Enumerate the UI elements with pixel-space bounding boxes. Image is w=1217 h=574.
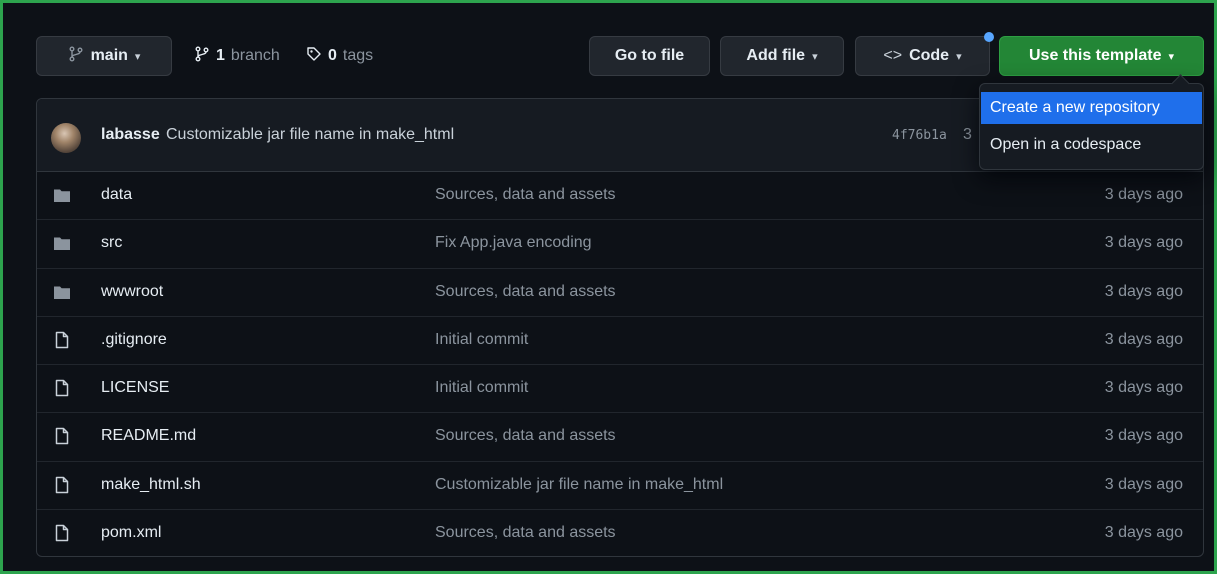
- file-name[interactable]: src: [101, 234, 122, 252]
- code-button[interactable]: <> Code ▾: [855, 36, 990, 76]
- folder-icon: [53, 234, 71, 252]
- file-icon: [53, 427, 71, 445]
- file-name[interactable]: wwwroot: [101, 283, 163, 301]
- table-row[interactable]: src Fix App.java encoding 3 days ago: [37, 220, 1203, 269]
- code-label: Code: [909, 47, 950, 64]
- file-commit-message[interactable]: Initial commit: [435, 331, 528, 349]
- file-name[interactable]: LICENSE: [101, 379, 169, 397]
- table-row[interactable]: wwwroot Sources, data and assets 3 days …: [37, 269, 1203, 317]
- avatar[interactable]: [51, 123, 81, 153]
- file-age: 3 days ago: [1104, 427, 1183, 445]
- tag-count: 0: [328, 47, 337, 64]
- git-branch-icon: [194, 46, 210, 67]
- tag-icon: [306, 46, 322, 67]
- use-template-button[interactable]: Use this template ▾: [999, 36, 1204, 76]
- file-age: 3 days ago: [1104, 475, 1183, 493]
- file-commit-message[interactable]: Sources, data and assets: [435, 427, 616, 445]
- folder-icon: [53, 186, 71, 204]
- branch-count: 1: [216, 47, 225, 64]
- add-file-label: Add file: [746, 47, 806, 64]
- commit-age: 3: [963, 126, 972, 143]
- table-row[interactable]: make_html.sh Customizable jar file name …: [37, 462, 1203, 510]
- chevron-down-icon: ▾: [812, 50, 818, 63]
- branch-name: main: [90, 47, 128, 64]
- file-commit-message[interactable]: Fix App.java encoding: [435, 234, 592, 252]
- file-name[interactable]: data: [101, 186, 132, 204]
- table-row[interactable]: LICENSE Initial commit 3 days ago: [37, 365, 1203, 414]
- file-icon: [53, 476, 71, 494]
- file-icon: [53, 524, 71, 542]
- file-name[interactable]: .gitignore: [101, 331, 167, 349]
- file-commit-message[interactable]: Sources, data and assets: [435, 524, 616, 542]
- folder-icon: [53, 283, 71, 301]
- branch-select-button[interactable]: main ▾: [36, 36, 172, 76]
- repo-toolbar: main ▾ 1 branch 0 tags Go to file Add fi…: [36, 32, 1204, 78]
- notification-dot: [984, 32, 994, 42]
- file-commit-message[interactable]: Sources, data and assets: [435, 283, 616, 301]
- code-icon: <>: [883, 47, 903, 64]
- tag-count-label: tags: [342, 47, 374, 64]
- file-age: 3 days ago: [1104, 186, 1183, 203]
- chevron-down-icon: ▾: [956, 50, 962, 63]
- file-commit-message[interactable]: Initial commit: [435, 379, 528, 397]
- commit-message[interactable]: Customizable jar file name in make_html: [166, 126, 454, 144]
- file-commit-message[interactable]: Sources, data and assets: [435, 186, 616, 204]
- menu-item-create-repository[interactable]: Create a new repository: [981, 92, 1202, 124]
- file-icon: [53, 331, 71, 349]
- branches-link[interactable]: 1 branch: [194, 36, 280, 76]
- file-rows: data Sources, data and assets 3 days ago…: [37, 172, 1203, 556]
- menu-item-open-codespace[interactable]: Open in a codespace: [981, 129, 1202, 161]
- use-template-label: Use this template: [1028, 47, 1162, 64]
- file-age: 3 days ago: [1104, 282, 1183, 300]
- file-age: 3 days ago: [1104, 330, 1183, 348]
- table-row[interactable]: data Sources, data and assets 3 days ago: [37, 172, 1203, 221]
- file-age: 3 days ago: [1104, 523, 1183, 541]
- file-age: 3 days ago: [1104, 234, 1183, 252]
- chevron-down-icon: ▾: [1168, 50, 1174, 63]
- file-age: 3 days ago: [1104, 379, 1183, 396]
- branch-count-label: branch: [230, 47, 280, 64]
- git-branch-icon: [68, 46, 84, 67]
- file-name[interactable]: pom.xml: [101, 524, 161, 542]
- tags-link[interactable]: 0 tags: [306, 36, 373, 76]
- add-file-button[interactable]: Add file ▾: [720, 36, 844, 76]
- table-row[interactable]: .gitignore Initial commit 3 days ago: [37, 317, 1203, 365]
- file-name[interactable]: make_html.sh: [101, 476, 201, 494]
- table-row[interactable]: pom.xml Sources, data and assets 3 days …: [37, 510, 1203, 556]
- file-name[interactable]: README.md: [101, 427, 196, 445]
- file-icon: [53, 379, 71, 397]
- template-dropdown-menu: Create a new repository Open in a codesp…: [979, 83, 1204, 170]
- file-commit-message[interactable]: Customizable jar file name in make_html: [435, 476, 723, 494]
- table-row[interactable]: README.md Sources, data and assets 3 day…: [37, 413, 1203, 462]
- commit-author[interactable]: labasse: [101, 126, 160, 144]
- commit-sha[interactable]: 4f76b1a: [892, 128, 947, 143]
- go-to-file-button[interactable]: Go to file: [589, 36, 710, 76]
- chevron-down-icon: ▾: [134, 50, 141, 63]
